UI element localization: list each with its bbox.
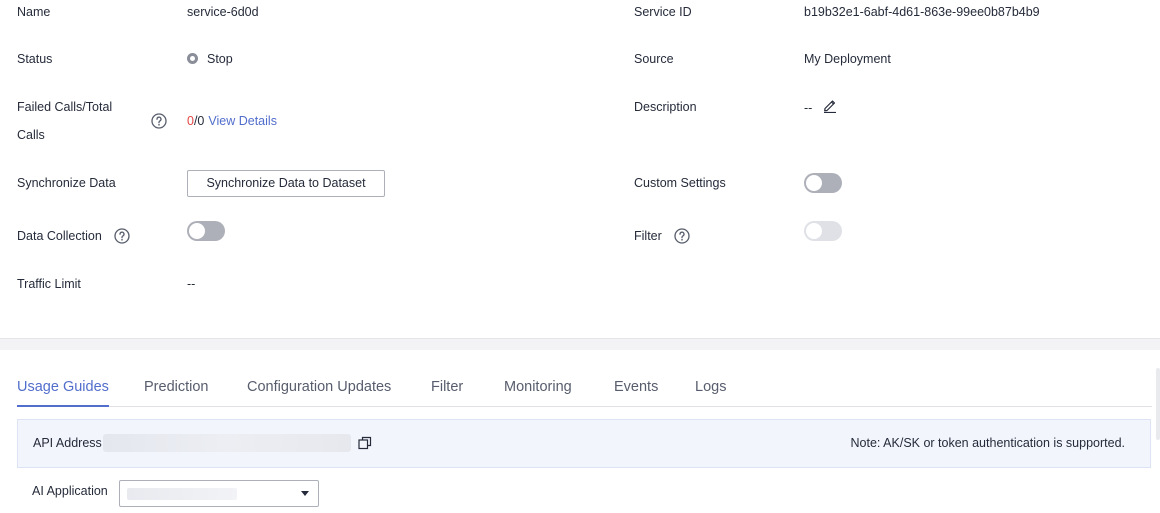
failed-calls-value: 0/0 View Details [187, 111, 277, 131]
description-label: Description [634, 100, 697, 114]
custom-settings-toggle[interactable] [804, 173, 842, 193]
synchronize-data-button[interactable]: Synchronize Data to Dataset [187, 170, 385, 197]
filter-help-icon[interactable] [674, 228, 690, 244]
description-value: -- [804, 101, 813, 115]
api-address-value [103, 434, 351, 452]
ai-application-select[interactable] [119, 480, 319, 507]
view-details-link[interactable]: View Details [208, 114, 277, 128]
status-value: Stop [187, 49, 233, 69]
data-collection-help-icon[interactable] [114, 228, 130, 244]
failed-calls-label-line2: Calls [17, 128, 45, 142]
scroll-indicator[interactable] [1156, 368, 1160, 440]
filter-toggle[interactable] [804, 221, 842, 241]
status-text: Stop [207, 52, 233, 66]
failed-count: 0 [187, 114, 194, 128]
auth-note: Note: AK/SK or token authentication is s… [850, 436, 1125, 450]
failed-calls-help-icon[interactable] [151, 113, 167, 129]
status-label: Status [17, 52, 53, 66]
tab-logs[interactable]: Logs [695, 372, 726, 402]
filter-label: Filter [634, 229, 662, 243]
detail-tabs: Usage Guides Prediction Configuration Up… [17, 372, 1152, 407]
ai-application-selected-value [127, 488, 237, 500]
service-id-value: b19b32e1-6abf-4d61-863e-99ee0b87b4b9 [804, 5, 1040, 19]
tab-configuration-updates[interactable]: Configuration Updates [247, 372, 391, 402]
data-collection-toggle[interactable] [187, 221, 225, 241]
total-count: /0 [193, 114, 205, 128]
source-label: Source [634, 52, 674, 66]
api-address-label: API Address [33, 436, 102, 450]
tab-prediction[interactable]: Prediction [144, 372, 208, 402]
copy-icon[interactable] [357, 435, 373, 451]
tab-events[interactable]: Events [614, 372, 658, 402]
data-collection-label: Data Collection [17, 229, 102, 243]
api-address-bar: API Address Note: AK/SK or token authent… [17, 419, 1151, 468]
caret-down-icon [301, 491, 309, 496]
service-details-panel: Name service-6d0d Service ID b19b32e1-6a… [0, 0, 1160, 338]
tab-monitoring[interactable]: Monitoring [504, 372, 572, 402]
traffic-limit-value: -- [187, 277, 196, 291]
tab-usage-guides[interactable]: Usage Guides [17, 372, 109, 407]
source-value: My Deployment [804, 52, 891, 66]
section-divider [0, 338, 1160, 350]
ai-application-label: AI Application [32, 484, 108, 498]
custom-settings-label: Custom Settings [634, 176, 726, 190]
tab-filter[interactable]: Filter [431, 372, 463, 402]
edit-description-pencil-icon[interactable] [822, 97, 838, 114]
traffic-limit-label: Traffic Limit [17, 277, 81, 291]
service-id-label: Service ID [634, 5, 692, 19]
name-label: Name [17, 5, 51, 19]
sync-data-label: Synchronize Data [17, 176, 116, 190]
failed-calls-label-line1: Failed Calls/Total [17, 100, 113, 114]
status-stopped-icon [187, 53, 198, 64]
name-value: service-6d0d [187, 5, 259, 19]
